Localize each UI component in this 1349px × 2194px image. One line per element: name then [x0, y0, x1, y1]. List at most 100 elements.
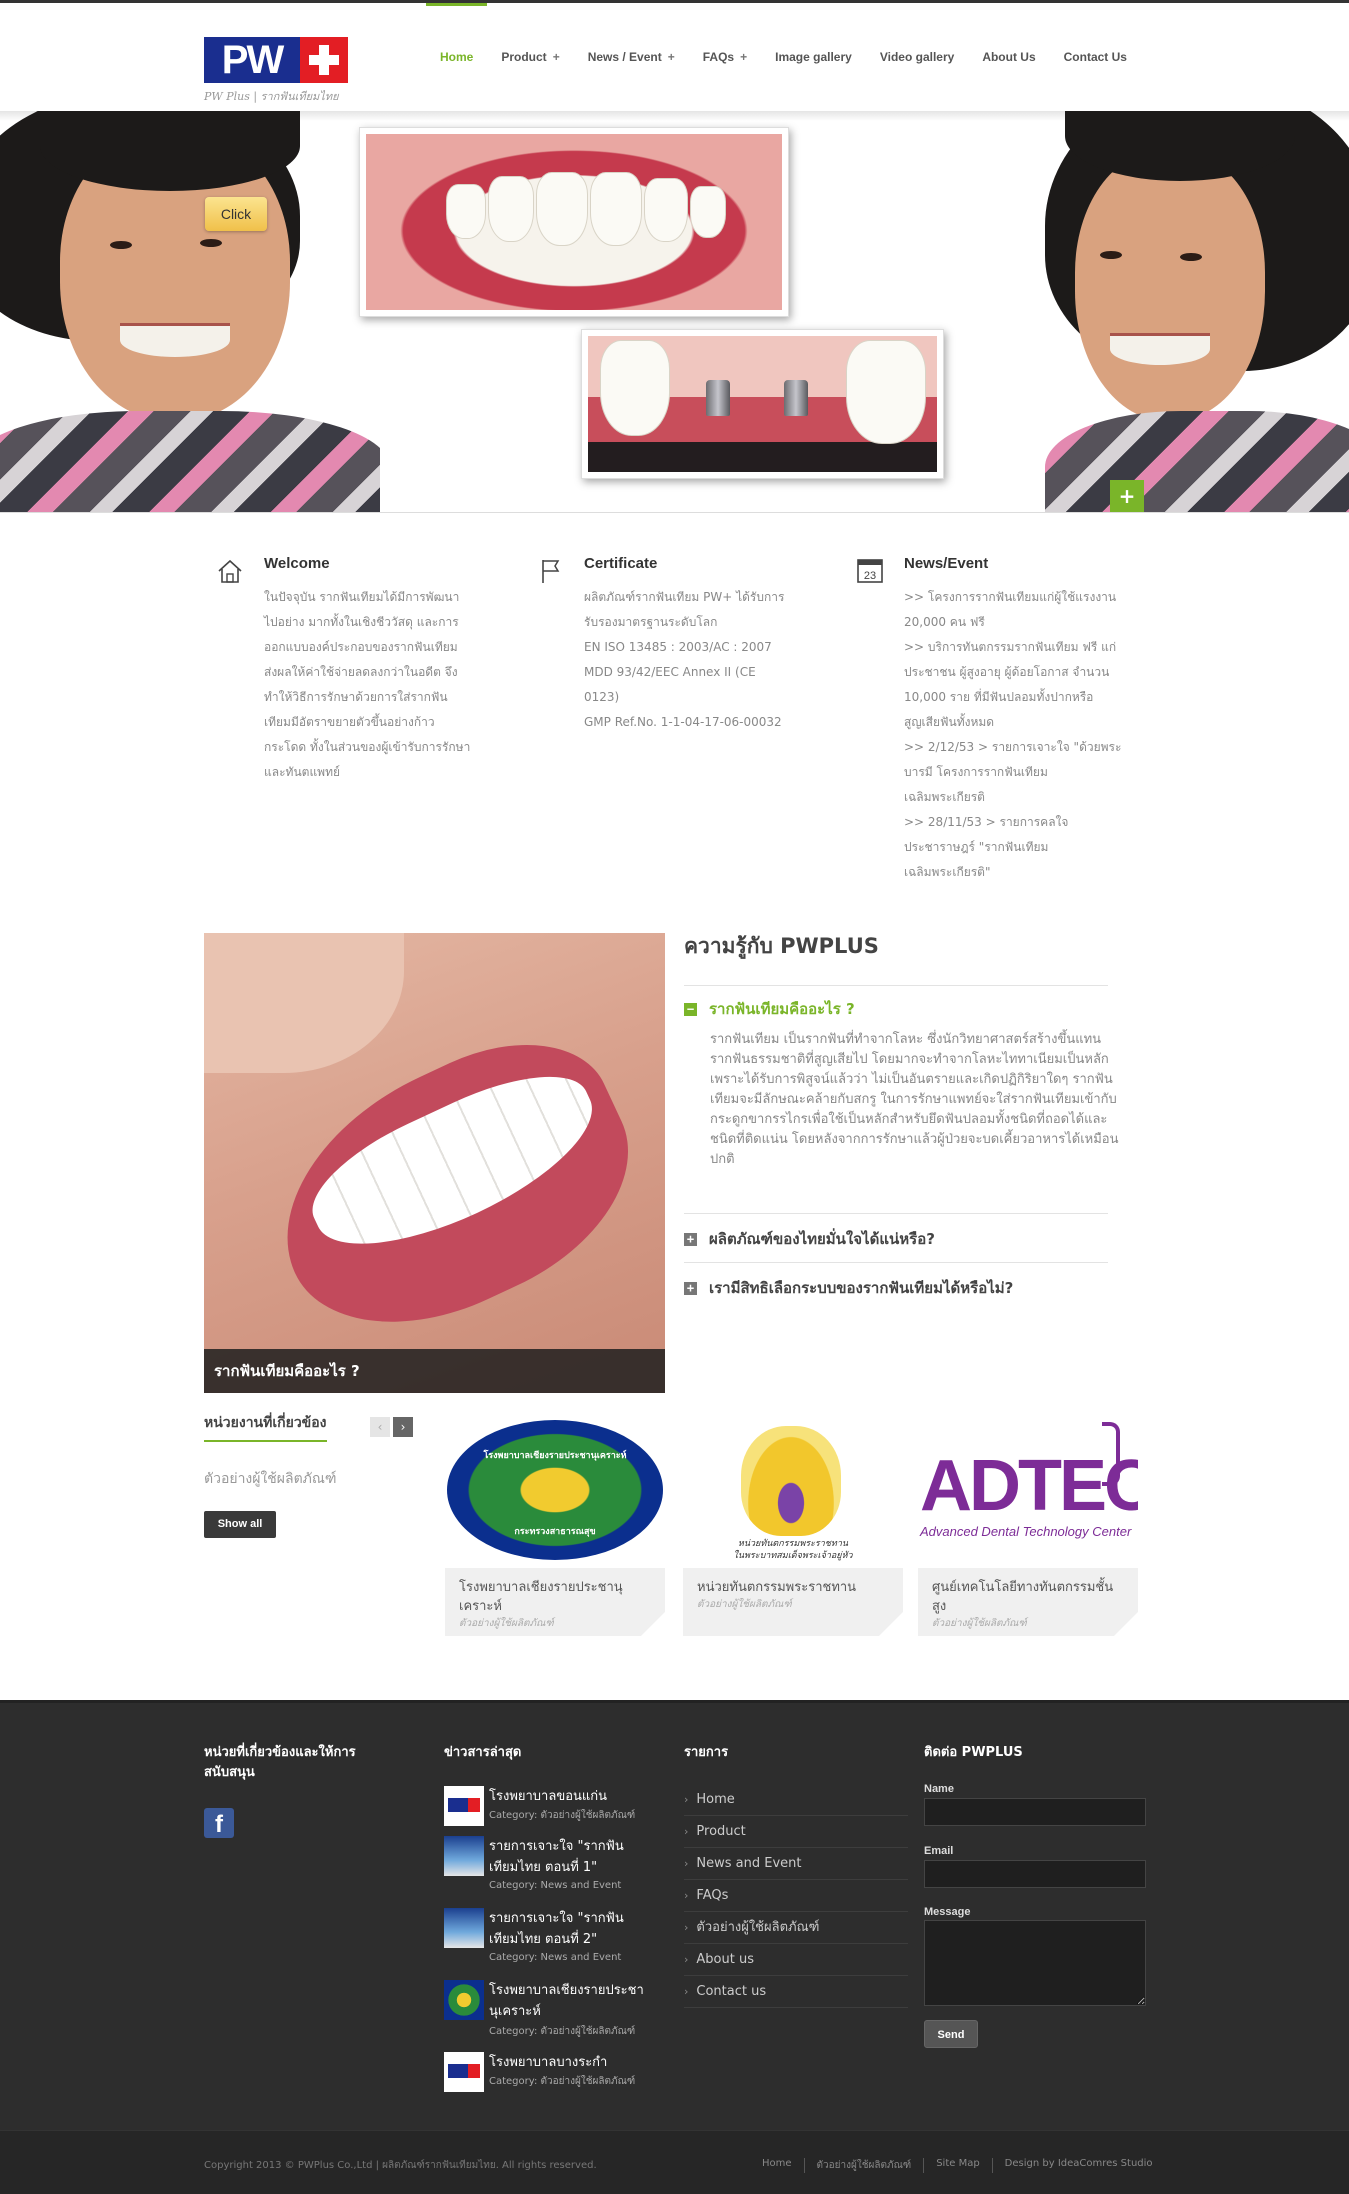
feature-text: ในปัจจุบัน รากฟันเทียมได้มีการพัฒนา ไปอย…: [264, 590, 471, 779]
calendar-day-number: 23: [864, 570, 876, 582]
news-thumbnail: [444, 1980, 484, 2020]
accordion-question: ผลิตภัณฑ์ของไทยมั่นใจได้แน่หรือ?: [709, 1230, 935, 1248]
hospital-seal-logo: โรงพยาบาลเชียงรายประชานุเคราะห์ กระทรวงส…: [445, 1418, 665, 1566]
news-item[interactable]: รายการเจาะใจ "รากฟันเทียมไทย ตอนที่ 1" C…: [444, 1836, 644, 1896]
footer-menu-faqs[interactable]: › FAQs: [684, 1880, 908, 1912]
footer-menu-label: Product: [696, 1824, 746, 1839]
smile-closeup-image[interactable]: รากฟันเทียมคืออะไร ?: [204, 933, 665, 1393]
news-title: โรงพยาบาลเชียงรายประชานุเคราะห์: [489, 1983, 644, 2019]
email-field[interactable]: [924, 1860, 1146, 1888]
related-card[interactable]: หน่วยทันตกรรมพระราชทาน ในพระบาทสมเด็จพระ…: [683, 1418, 903, 1636]
card-body: หน่วยทันตกรรมพระราชทาน ตัวอย่างผู้ใช้ผลิ…: [683, 1568, 903, 1636]
accordion-item-choose-system[interactable]: + เรามีสิทธิเลือกระบบของรากฟันเทียมได้หรื…: [684, 1276, 1013, 1300]
nose-shape: [204, 933, 404, 1073]
news-category: Category: ตัวอย่างผู้ใช้ผลิตภัณฑ์: [489, 2026, 636, 2037]
calendar-icon: 23: [857, 559, 883, 583]
accordion-answer: รากฟันเทียม เป็นรากฟันที่ทำจากโลหะ ซึ่งน…: [710, 1032, 1119, 1167]
show-all-button[interactable]: Show all: [204, 1511, 276, 1538]
accordion-divider: [684, 1262, 1108, 1263]
chevron-right-icon: ›: [684, 1793, 689, 1806]
message-field[interactable]: [924, 1920, 1146, 2006]
related-card[interactable]: ADTEC Advanced Dental Technology Center …: [918, 1418, 1138, 1636]
implant-photo: [581, 329, 944, 479]
card-title: ศูนย์เทคโนโลยีทางทันตกรรมชั้นสูง: [932, 1580, 1114, 1614]
footer-contact-title: ติดต่อ PWPLUS: [924, 1745, 1023, 1760]
nav-product-label: Product: [501, 50, 547, 64]
footer-menu-label: About us: [696, 1952, 754, 1967]
news-item[interactable]: รายการเจาะใจ "รากฟันเทียมไทย ตอนที่ 2" C…: [444, 1908, 644, 1968]
nav-image-gallery[interactable]: Image gallery: [761, 3, 866, 111]
copyright-text: Copyright 2013 © PWPlus Co.,Ltd | ผลิตภั…: [204, 2160, 597, 2171]
feature-text: ผลิตภัณฑ์รากฟันเทียม PW+ ได้รับการ รับรอ…: [584, 590, 785, 729]
accordion-divider: [684, 1213, 1108, 1214]
footer-news-title: ข่าวสารล่าสุด: [444, 1745, 522, 1760]
nav-contact-label: Contact Us: [1063, 50, 1127, 64]
news-thumbnail: [444, 2052, 484, 2092]
bottom-link-home[interactable]: Home: [750, 2158, 805, 2173]
card-title: โรงพยาบาลเชียงรายประชานุเคราะห์: [459, 1580, 623, 1614]
seal-emblem: โรงพยาบาลเชียงรายประชานุเคราะห์ กระทรวงส…: [447, 1420, 663, 1560]
site-footer: [0, 1700, 1349, 2130]
news-item[interactable]: โรงพยาบาลเชียงรายประชานุเคราะห์ Category…: [444, 1980, 644, 2040]
footer-menu-about[interactable]: › About us: [684, 1944, 908, 1976]
footer-menu-label: FAQs: [696, 1888, 729, 1903]
name-field[interactable]: [924, 1798, 1146, 1826]
news-category: Category: News and Event: [489, 1952, 622, 1963]
chevron-right-icon: ›: [684, 1985, 689, 1998]
nav-home[interactable]: Home: [426, 3, 488, 111]
news-item[interactable]: โรงพยาบาลขอนแก่น Category: ตัวอย่างผู้ใช…: [444, 1786, 644, 1836]
royal-emblem-icon: [741, 1426, 841, 1536]
nav-news-event[interactable]: News / Event +: [574, 3, 689, 111]
card-category: ตัวอย่างผู้ใช้ผลิตภัณฑ์: [697, 1599, 792, 1610]
slider-plus-button[interactable]: +: [1110, 480, 1144, 512]
feature-title: Certificate: [584, 555, 658, 572]
bottom-link-designer[interactable]: Design by IdeaComres Studio: [993, 2158, 1153, 2173]
face-shape: [1075, 151, 1265, 421]
footer-menu-product[interactable]: › Product: [684, 1816, 908, 1848]
carousel-prev-button[interactable]: ‹: [370, 1417, 390, 1437]
accordion-item-thai-product[interactable]: + ผลิตภัณฑ์ของไทยมั่นใจได้แน่หรือ?: [684, 1227, 935, 1251]
accordion-question: เรามีสิทธิเลือกระบบของรากฟันเทียมได้หรือ…: [709, 1279, 1014, 1297]
nav-product[interactable]: Product +: [487, 3, 573, 111]
footer-menu-home[interactable]: › Home: [684, 1784, 908, 1816]
main-nav: Home Product + News / Event + FAQs + Image …: [426, 3, 1141, 111]
chevron-right-icon: ›: [684, 1921, 689, 1934]
expand-icon: +: [684, 1233, 697, 1246]
tooth-shape: [846, 340, 926, 444]
nav-faqs-label: FAQs: [702, 50, 735, 64]
accordion-item-what-is-implant[interactable]: − รากฟันเทียมคืออะไร ?: [684, 997, 855, 1021]
click-badge-button[interactable]: Click: [205, 197, 267, 231]
seal-bottom-text: กระทรวงสาธารณสุข: [514, 1527, 596, 1537]
send-button[interactable]: Send: [924, 2020, 978, 2048]
teeth-closeup-image: [366, 134, 782, 310]
nav-contact-us[interactable]: Contact Us: [1050, 3, 1141, 111]
seal-top-text: โรงพยาบาลเชียงรายประชานุเคราะห์: [483, 1451, 627, 1461]
footer-menu-examples[interactable]: › ตัวอย่างผู้ใช้ผลิตภัณฑ์: [684, 1912, 908, 1944]
smile-shape: [120, 323, 230, 357]
chevron-right-icon: ›: [684, 1825, 689, 1838]
accordion-question: รากฟันเทียมคืออะไร ?: [709, 1000, 855, 1018]
news-title: รายการเจาะใจ "รากฟันเทียมไทย ตอนที่ 2": [489, 1911, 624, 1947]
facebook-icon[interactable]: f: [204, 1808, 234, 1838]
nav-faqs[interactable]: FAQs +: [689, 3, 761, 111]
footer-menu-news[interactable]: › News and Event: [684, 1848, 908, 1880]
pwplus-logo[interactable]: PW: [204, 37, 348, 87]
hero-slider[interactable]: Click +: [0, 111, 1349, 513]
related-card[interactable]: โรงพยาบาลเชียงรายประชานุเคราะห์ กระทรวงส…: [445, 1418, 665, 1636]
bottom-links: Home ตัวอย่างผู้ใช้ผลิตภัณฑ์ Site Map De…: [750, 2158, 1153, 2173]
footer-menu-contact[interactable]: › Contact us: [684, 1976, 908, 2008]
feature-title: Welcome: [264, 555, 330, 572]
card-body: โรงพยาบาลเชียงรายประชานุเคราะห์ ตัวอย่าง…: [445, 1568, 665, 1636]
nav-about-us[interactable]: About Us: [968, 3, 1049, 111]
nav-expand-icon: +: [740, 50, 748, 64]
nav-video-gallery[interactable]: Video gallery: [866, 3, 968, 111]
shirt-shape: [0, 411, 380, 512]
slide-woman-right-image: [1015, 111, 1349, 512]
bottom-link-sitemap[interactable]: Site Map: [924, 2158, 993, 2173]
teeth-closeup-photo: [359, 127, 789, 317]
news-item[interactable]: โรงพยาบาลบางระกำ Category: ตัวอย่างผู้ใช…: [444, 2052, 644, 2102]
shirt-shape: [1045, 411, 1349, 512]
bottom-link-examples[interactable]: ตัวอย่างผู้ใช้ผลิตภัณฑ์: [805, 2158, 925, 2173]
carousel-next-button[interactable]: ›: [393, 1417, 413, 1437]
related-subtitle: ตัวอย่างผู้ใช้ผลิตภัณฑ์: [204, 1471, 337, 1487]
